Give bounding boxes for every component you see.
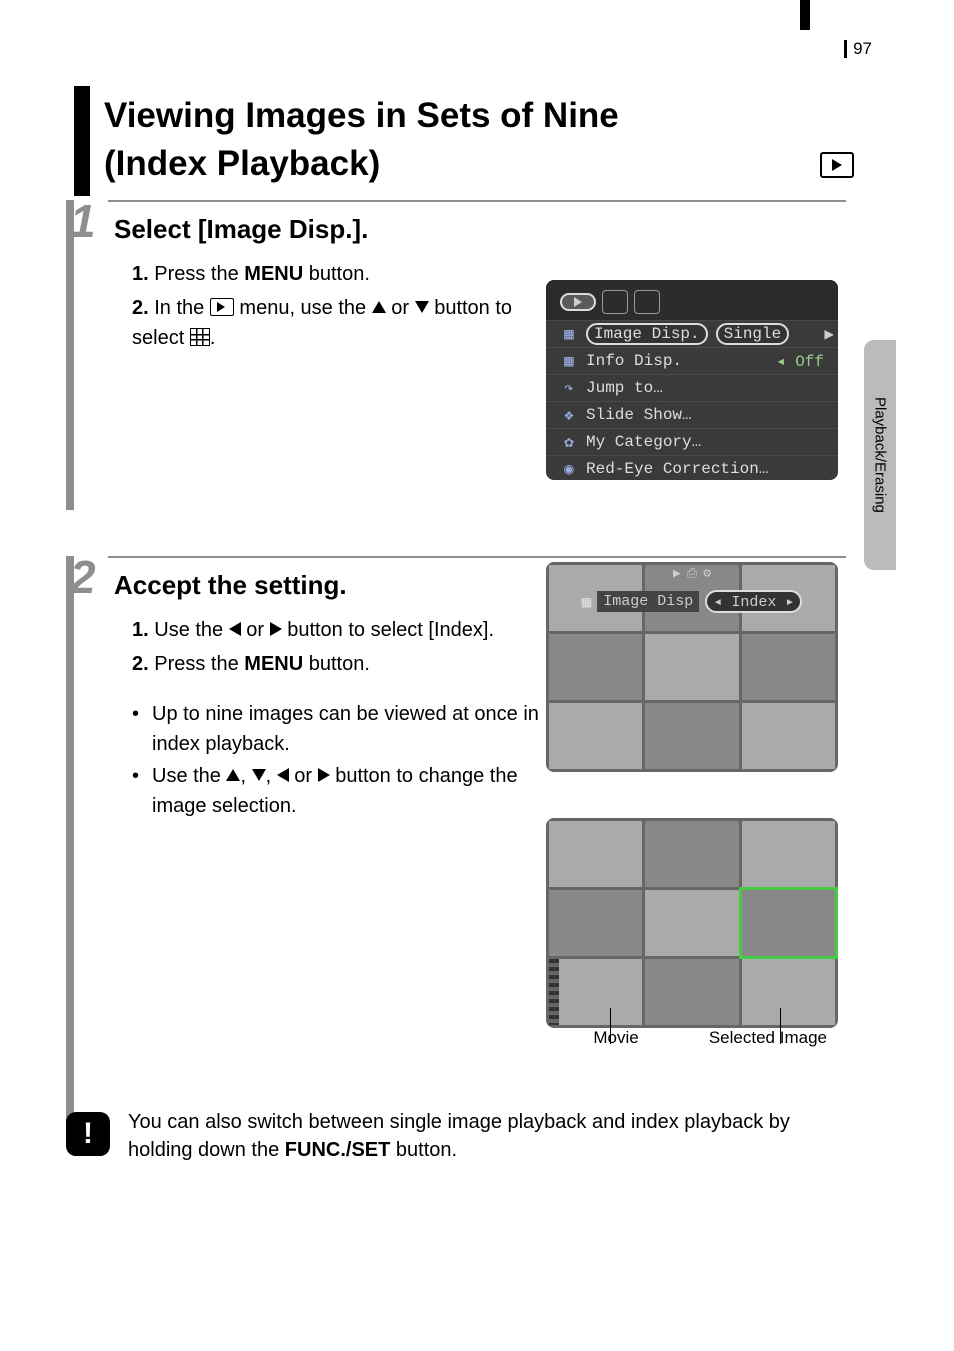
up-arrow-icon — [372, 301, 386, 313]
camera-screenshot-index-select: ▶⎙⚙ ▦ Image Disp ◂ Index ▸ — [546, 562, 838, 772]
bullet-2a: Use the — [152, 765, 226, 787]
step1-sub2-e: . — [210, 327, 216, 349]
left-arrow-icon — [277, 768, 289, 782]
shot2-label: Image Disp — [597, 591, 699, 612]
callout-movie: Movie — [546, 1028, 686, 1048]
playback-menu-icon — [210, 298, 234, 316]
bullet-2b: , — [240, 765, 251, 787]
step1-sub1-a: Press the — [154, 263, 244, 285]
step2-sub2-b: button. — [303, 653, 370, 675]
menu-image-disp-label: Image Disp. — [586, 323, 708, 345]
step2-sub2-bold: MENU — [244, 653, 303, 675]
index-grid-icon — [190, 328, 210, 346]
step2-sub2-num: 2. — [132, 653, 149, 675]
camera-screenshot-menu: ▦ Image Disp. Single ▶ ▦ Info Disp. ◂ Of… — [546, 280, 838, 480]
down-arrow-icon — [415, 301, 429, 313]
step-number-2: 2 — [70, 550, 96, 604]
right-arrow-icon — [270, 622, 282, 636]
step1-sub2-b: menu, use the — [234, 297, 372, 319]
bullet-dot: • — [132, 761, 152, 821]
step-number-1: 1 — [70, 194, 96, 248]
print-tab-icon — [602, 290, 628, 314]
bullet-dot: • — [132, 699, 152, 759]
setup-tab-icon — [634, 290, 660, 314]
left-arrow-icon — [229, 622, 241, 636]
note-text-bold: FUNC./SET — [285, 1139, 391, 1161]
movie-filmstrip-icon — [549, 959, 559, 1025]
step2-sub1-c: button to select [Index]. — [282, 619, 494, 641]
menu-image-disp-value: Single — [716, 323, 790, 345]
menu-slide-show: ❖Slide Show… — [546, 401, 838, 428]
camera-screenshot-index-grid — [546, 818, 838, 1028]
crop-mark — [800, 0, 810, 30]
menu-info-disp-value: ◂ Off — [776, 351, 824, 371]
menu-image-disp: ▦ Image Disp. Single ▶ — [546, 320, 838, 347]
menu-my-category: ✿My Category… — [546, 428, 838, 455]
step1-sub1-bold: MENU — [244, 263, 303, 285]
heading-line-1: Viewing Images in Sets of Nine — [104, 92, 862, 140]
page-heading: Viewing Images in Sets of Nine (Index Pl… — [74, 86, 862, 196]
heading-line-2: (Index Playback) — [104, 140, 862, 188]
shot2-value: ◂ Index ▸ — [705, 590, 802, 613]
step-1-title: Select [Image Disp.]. — [114, 214, 846, 245]
menu-info-disp: ▦ Info Disp. ◂ Off — [546, 347, 838, 374]
step2-sub1-a: Use the — [154, 619, 228, 641]
menu-red-eye: ◉Red-Eye Correction… — [546, 455, 838, 480]
section-tab-label: Playback/Erasing — [872, 397, 889, 513]
step1-sub1-b: button. — [303, 263, 370, 285]
menu-info-disp-label: Info Disp. — [586, 352, 682, 370]
callout-selected-image: Selected Image — [698, 1028, 838, 1048]
step2-sub2-a: Press the — [154, 653, 244, 675]
step1-sub2-num: 2. — [132, 297, 149, 319]
caution-icon: ! — [66, 1112, 110, 1156]
step2-sub1-b: or — [241, 619, 270, 641]
bullet-2c: , — [266, 765, 277, 787]
note-block: ! You can also switch between single ima… — [66, 1108, 846, 1164]
selected-thumbnail — [742, 890, 835, 956]
bullet-2d: or — [289, 765, 318, 787]
note-text-b: button. — [390, 1139, 457, 1161]
step1-sub2-a: In the — [154, 297, 210, 319]
bullet-1: Up to nine images can be viewed at once … — [152, 699, 572, 759]
playback-mode-icon — [820, 152, 854, 178]
playback-tab-icon — [560, 293, 596, 311]
page-number: 97 — [844, 40, 872, 58]
down-arrow-icon — [252, 769, 266, 781]
right-arrow-icon — [318, 768, 330, 782]
note-text-a: You can also switch between single image… — [128, 1111, 790, 1161]
step1-sub2-c: or — [386, 297, 415, 319]
section-tab: Playback/Erasing — [864, 340, 896, 570]
menu-jump-to: ↷Jump to… — [546, 374, 838, 401]
step1-sub1-num: 1. — [132, 263, 149, 285]
up-arrow-icon — [226, 769, 240, 781]
step2-sub1-num: 1. — [132, 619, 149, 641]
